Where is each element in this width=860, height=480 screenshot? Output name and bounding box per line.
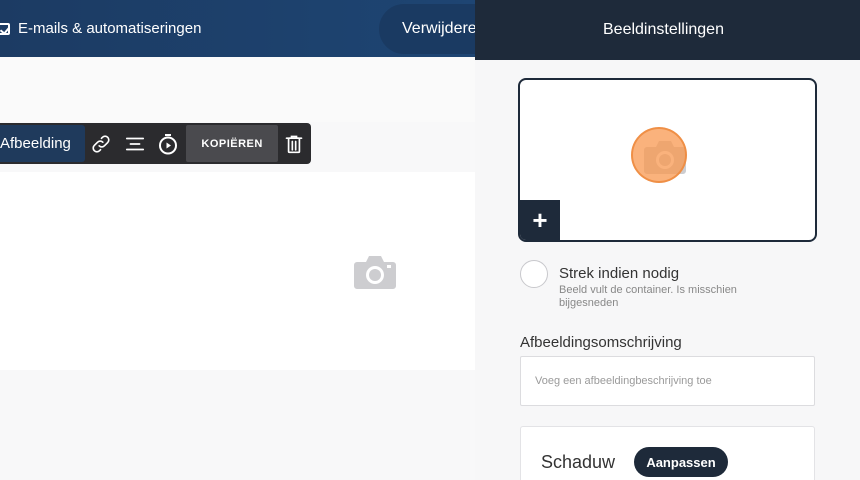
trash-icon[interactable] — [278, 123, 311, 164]
emails-automations-label: E-mails & automatiseringen — [18, 20, 202, 37]
adjust-shadow-button[interactable]: Aanpassen — [634, 447, 728, 477]
add-image-button[interactable]: + — [520, 200, 560, 240]
camera-icon — [354, 256, 396, 289]
adjust-shadow-label: Aanpassen — [646, 454, 716, 470]
emails-automations-link[interactable]: E-mails & automatiseringen — [0, 0, 201, 57]
click-highlight-indicator — [631, 127, 687, 183]
copy-button[interactable]: KOPIËREN — [186, 125, 278, 162]
image-placeholder-block[interactable] — [0, 172, 475, 370]
panel-header: Beeldinstellingen — [475, 0, 860, 60]
stretch-title: Strek indien nodig — [559, 265, 680, 282]
stretch-radio[interactable] — [520, 260, 548, 288]
plus-icon: + — [532, 204, 548, 235]
shadow-label: Schaduw — [541, 452, 616, 472]
copy-button-label: KOPIËREN — [201, 137, 263, 150]
check-square-icon — [0, 22, 10, 35]
image-upload-card[interactable]: + — [518, 78, 817, 242]
align-center-icon[interactable] — [118, 123, 151, 164]
panel-title: Beeldinstellingen — [603, 21, 724, 38]
delete-button-label: Verwijderen — [402, 20, 486, 37]
image-toolbar: Afbeelding KOPIËREN — [0, 123, 311, 164]
image-block-label-text: Afbeelding — [0, 135, 71, 152]
image-settings-panel: Beeldinstellingen + Strek indien nodig B… — [475, 0, 860, 480]
image-block-label[interactable]: Afbeelding — [0, 125, 85, 162]
link-icon[interactable] — [85, 123, 118, 164]
image-description-label: Afbeeldingsomschrijving — [520, 334, 682, 351]
stretch-description: Beeld vult de container. Is misschien bi… — [559, 284, 737, 309]
canvas-section — [0, 57, 475, 122]
timer-icon[interactable] — [151, 123, 184, 164]
shadow-card: Schaduw Aanpassen — [520, 426, 815, 480]
image-description-input[interactable] — [520, 356, 815, 406]
